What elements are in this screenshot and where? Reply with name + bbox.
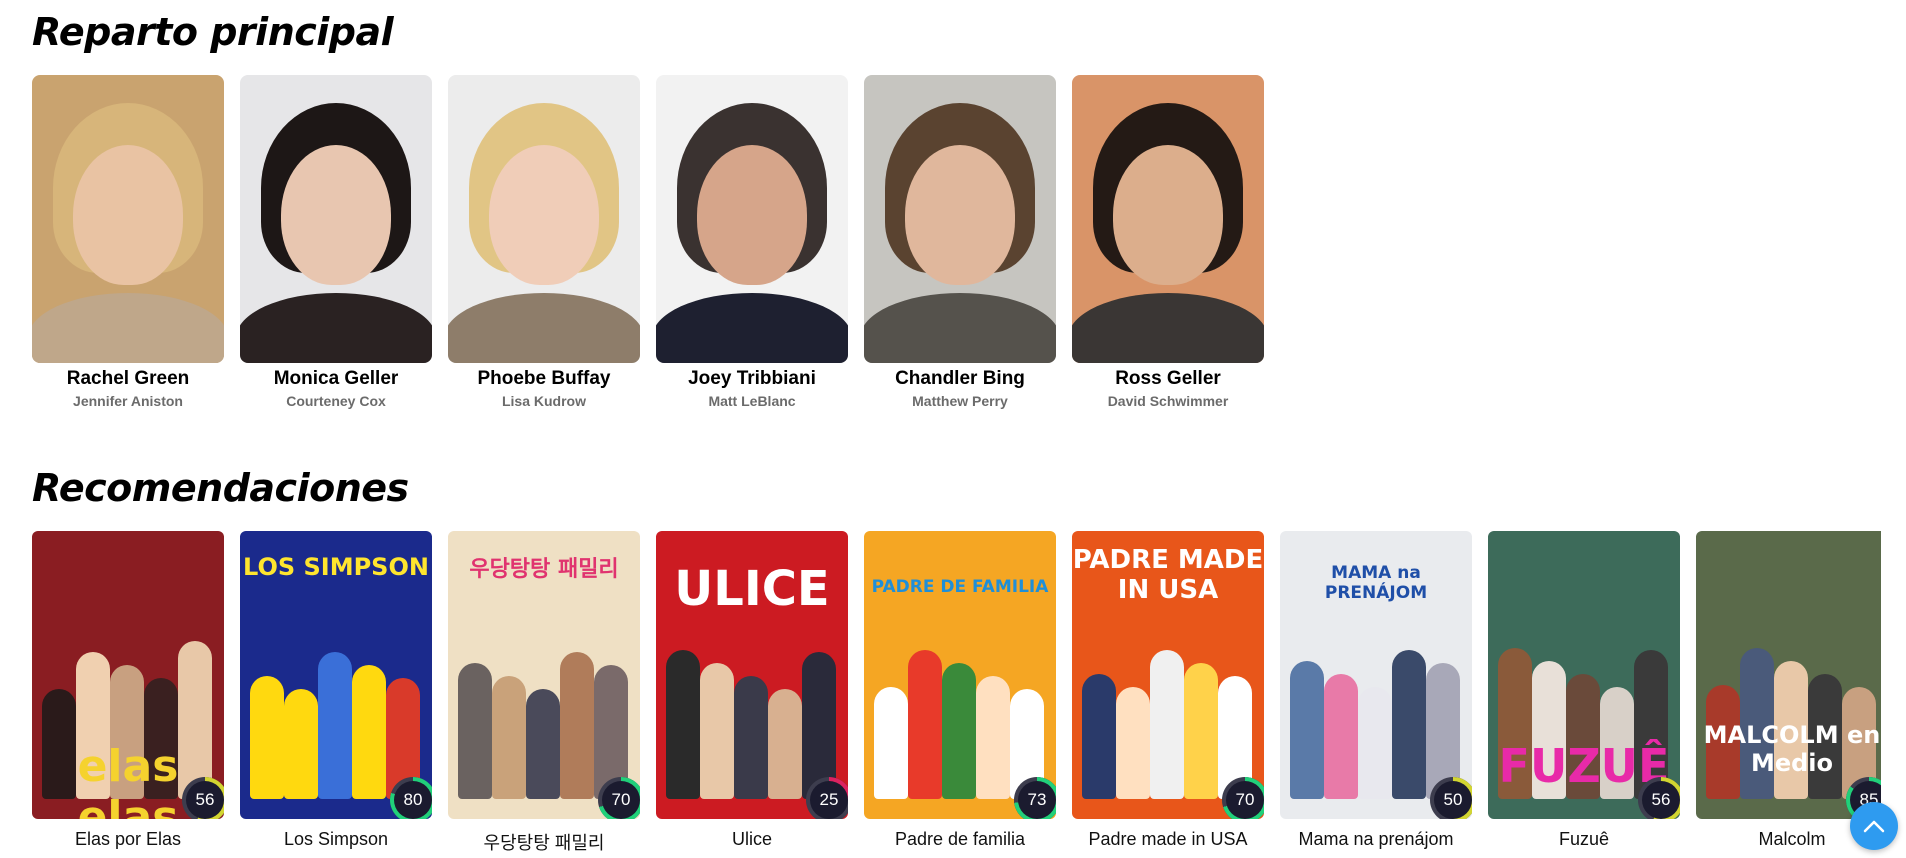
- cast-photo[interactable]: [864, 75, 1056, 363]
- score-badge: 70: [598, 777, 640, 819]
- score-badge: 73: [1014, 777, 1056, 819]
- recommendations-carousel[interactable]: elas elas 56 Elas por Elas LOS SIMPSON 8…: [32, 531, 1881, 858]
- cast-card[interactable]: Phoebe Buffay Lisa Kudrow: [448, 75, 640, 409]
- recommendation-title[interactable]: Elas por Elas: [32, 829, 224, 850]
- character-name: Monica Geller: [273, 368, 399, 389]
- poster-title-art: PADRE DE FAMILIA: [871, 577, 1049, 597]
- poster-title-art: PADRE MADE IN USA: [1072, 545, 1264, 605]
- cast-card[interactable]: Ross Geller David Schwimmer: [1072, 75, 1264, 409]
- score-badge: 56: [182, 777, 224, 819]
- character-name: Rachel Green: [66, 368, 190, 389]
- actor-name: Matt LeBlanc: [708, 393, 796, 409]
- recommendation-title[interactable]: Mama na prenájom: [1280, 829, 1472, 850]
- actor-name: Courteney Cox: [286, 393, 386, 409]
- recommendation-poster[interactable]: MALCOLM en Medio 85: [1696, 531, 1881, 819]
- recommendation-card[interactable]: ULICE 25 Ulice: [656, 531, 848, 855]
- cast-list: Rachel Green Jennifer Aniston Monica Gel…: [32, 75, 1264, 409]
- cast-card[interactable]: Rachel Green Jennifer Aniston: [32, 75, 224, 409]
- chevron-up-icon: [1863, 820, 1885, 833]
- cast-photo[interactable]: [240, 75, 432, 363]
- cast-photo[interactable]: [32, 75, 224, 363]
- cast-section-title: Reparto principal: [32, 10, 394, 54]
- poster-title-art: LOS SIMPSON: [243, 553, 429, 581]
- score-value: 70: [1235, 790, 1255, 809]
- score-value: 25: [819, 790, 839, 809]
- actor-name: Jennifer Aniston: [73, 393, 183, 409]
- score-badge: 25: [806, 777, 848, 819]
- score-value: 73: [1027, 790, 1047, 809]
- score-badge: 80: [390, 777, 432, 819]
- cast-photo[interactable]: [656, 75, 848, 363]
- recommendation-title[interactable]: Fuzuê: [1488, 829, 1680, 850]
- recommendation-title[interactable]: Los Simpson: [240, 829, 432, 850]
- character-name: Ross Geller: [1115, 368, 1221, 389]
- recommendation-title[interactable]: Ulice: [656, 829, 848, 850]
- recommendation-card[interactable]: MAMA na PRENÁJOM 50 Mama na prenájom: [1280, 531, 1472, 855]
- recommendation-poster[interactable]: 우당탕탕 패밀리 70: [448, 531, 640, 819]
- recommendation-title[interactable]: 우당탕탕 패밀리: [448, 829, 640, 855]
- actor-name: David Schwimmer: [1107, 393, 1229, 409]
- cast-card[interactable]: Chandler Bing Matthew Perry: [864, 75, 1056, 409]
- scroll-to-top-button[interactable]: [1850, 802, 1898, 850]
- actor-name: Matthew Perry: [912, 393, 1008, 409]
- recommendations-section-title: Recomendaciones: [32, 466, 409, 510]
- recommendation-poster[interactable]: PADRE MADE IN USA 70: [1072, 531, 1264, 819]
- recommendation-card[interactable]: PADRE MADE IN USA 70 Padre made in USA: [1072, 531, 1264, 855]
- recommendation-card[interactable]: elas elas 56 Elas por Elas: [32, 531, 224, 855]
- recommendation-card[interactable]: 우당탕탕 패밀리 70 우당탕탕 패밀리: [448, 531, 640, 855]
- score-value: 80: [403, 790, 423, 809]
- recommendation-title[interactable]: Padre de familia: [864, 829, 1056, 850]
- character-name: Phoebe Buffay: [477, 368, 611, 389]
- poster-title-art: 우당탕탕 패밀리: [469, 557, 619, 582]
- poster-title-art: MAMA na PRENÁJOM: [1324, 563, 1428, 603]
- score-value: 56: [195, 790, 215, 809]
- recommendation-card[interactable]: LOS SIMPSON 80 Los Simpson: [240, 531, 432, 855]
- recommendation-poster[interactable]: FUZUÊ 56: [1488, 531, 1680, 819]
- poster-title-art: MALCOLM en Medio: [1703, 721, 1881, 777]
- score-badge: 56: [1638, 777, 1680, 819]
- poster-title-art: ULICE: [674, 561, 830, 617]
- recommendation-poster[interactable]: MAMA na PRENÁJOM 50: [1280, 531, 1472, 819]
- recommendation-title[interactable]: Padre made in USA: [1072, 829, 1264, 850]
- score-value: 70: [611, 790, 631, 809]
- score-badge: 50: [1430, 777, 1472, 819]
- recommendation-card[interactable]: PADRE DE FAMILIA 73 Padre de familia: [864, 531, 1056, 855]
- cast-photo[interactable]: [448, 75, 640, 363]
- recommendation-card[interactable]: FUZUÊ 56 Fuzuê: [1488, 531, 1680, 855]
- recommendation-poster[interactable]: ULICE 25: [656, 531, 848, 819]
- recommendation-poster[interactable]: LOS SIMPSON 80: [240, 531, 432, 819]
- recommendation-poster[interactable]: PADRE DE FAMILIA 73: [864, 531, 1056, 819]
- recommendation-poster[interactable]: elas elas 56: [32, 531, 224, 819]
- cast-card[interactable]: Joey Tribbiani Matt LeBlanc: [656, 75, 848, 409]
- recommendation-card[interactable]: MALCOLM en Medio 85 Malcolm: [1696, 531, 1881, 855]
- cast-card[interactable]: Monica Geller Courteney Cox: [240, 75, 432, 409]
- character-name: Chandler Bing: [895, 368, 1025, 389]
- score-value: 50: [1443, 790, 1463, 809]
- character-name: Joey Tribbiani: [688, 368, 816, 389]
- score-badge: 70: [1222, 777, 1264, 819]
- cast-photo[interactable]: [1072, 75, 1264, 363]
- score-value: 56: [1651, 790, 1671, 809]
- actor-name: Lisa Kudrow: [501, 393, 586, 409]
